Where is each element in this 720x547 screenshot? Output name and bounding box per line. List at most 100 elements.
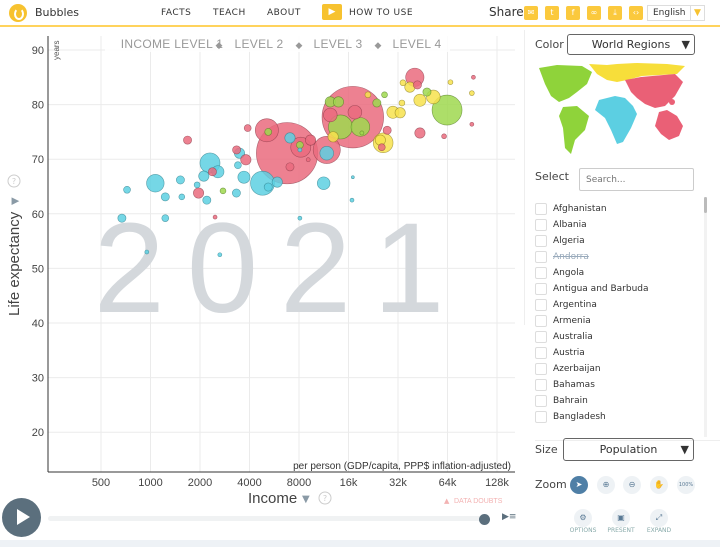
country-item[interactable]: Albania bbox=[535, 218, 587, 232]
bubble-africa[interactable] bbox=[237, 170, 251, 184]
bubble-africa[interactable] bbox=[297, 147, 303, 153]
bubble-americas[interactable] bbox=[332, 96, 344, 108]
timeline-handle[interactable] bbox=[479, 514, 490, 525]
bubble-africa[interactable] bbox=[202, 195, 212, 205]
bubble-africa[interactable] bbox=[123, 185, 131, 194]
bubble-africa[interactable] bbox=[351, 175, 355, 180]
country-item[interactable]: Andorra bbox=[535, 250, 589, 264]
bubble-europe[interactable] bbox=[327, 131, 339, 143]
play-button[interactable] bbox=[2, 498, 41, 537]
pan-hand-icon[interactable]: ✋ bbox=[650, 476, 668, 494]
country-item[interactable]: Armenia bbox=[535, 314, 591, 328]
bubble-asia[interactable] bbox=[441, 133, 447, 140]
checkbox[interactable] bbox=[535, 363, 547, 375]
bubble-africa[interactable] bbox=[198, 170, 210, 182]
options-button[interactable]: OPTIONS bbox=[563, 527, 603, 534]
bubble-asia[interactable] bbox=[413, 80, 422, 90]
country-item[interactable]: Australia bbox=[535, 330, 593, 344]
bubble-asia[interactable] bbox=[183, 135, 192, 145]
income-level-2[interactable]: LEVEL 2 bbox=[234, 37, 283, 51]
country-item[interactable]: Angola bbox=[535, 266, 584, 280]
country-item[interactable]: Algeria bbox=[535, 234, 585, 248]
checkbox[interactable] bbox=[535, 283, 547, 295]
checkbox[interactable] bbox=[535, 251, 547, 263]
bubble-africa[interactable] bbox=[297, 215, 303, 221]
income-level-1[interactable]: INCOME LEVEL 1 bbox=[121, 37, 223, 51]
bubble-asia[interactable] bbox=[305, 157, 311, 163]
bubble-europe[interactable] bbox=[469, 90, 475, 96]
checkbox[interactable] bbox=[535, 347, 547, 359]
present-icon[interactable]: ▣ bbox=[612, 509, 630, 527]
checkbox[interactable] bbox=[535, 267, 547, 279]
bubble-africa[interactable] bbox=[317, 176, 331, 190]
link-icon[interactable]: ∞ bbox=[587, 6, 601, 20]
checkbox[interactable] bbox=[535, 235, 547, 247]
x-axis-dropdown-icon[interactable]: ▼ bbox=[302, 494, 310, 505]
bubble-africa[interactable] bbox=[271, 176, 283, 188]
bubble-africa[interactable] bbox=[234, 161, 242, 169]
download-icon[interactable]: ⤓ bbox=[608, 6, 622, 20]
x-axis-label[interactable]: Income bbox=[248, 490, 297, 507]
embed-icon[interactable]: ‹› bbox=[629, 6, 643, 20]
country-item[interactable]: Bangladesh bbox=[535, 410, 606, 424]
data-doubts-link[interactable]: DATA DOUBTS bbox=[454, 498, 503, 505]
bubble-asia[interactable] bbox=[240, 154, 252, 166]
bubble-asia[interactable] bbox=[285, 162, 295, 172]
size-select[interactable]: Population ▼ bbox=[563, 438, 694, 461]
gear-icon[interactable]: ⚙ bbox=[574, 509, 592, 527]
email-icon[interactable]: ✉ bbox=[524, 6, 538, 20]
bubble-asia[interactable] bbox=[323, 107, 338, 123]
bubble-africa[interactable] bbox=[319, 146, 334, 161]
bubble-europe[interactable] bbox=[399, 79, 407, 87]
bubble-americas[interactable] bbox=[372, 98, 382, 108]
bubble-asia[interactable] bbox=[469, 121, 475, 127]
bubble-asia[interactable] bbox=[378, 143, 386, 151]
bubble-asia[interactable] bbox=[305, 134, 317, 146]
bubble-americas[interactable] bbox=[219, 187, 227, 195]
cursor-icon[interactable]: ➤ bbox=[570, 476, 588, 494]
checkbox[interactable] bbox=[535, 411, 547, 423]
timeline-end-icon[interactable]: ▶≡ bbox=[502, 512, 516, 522]
world-regions-map[interactable] bbox=[537, 62, 692, 157]
bubble-americas[interactable] bbox=[359, 130, 365, 136]
bubble-europe[interactable] bbox=[364, 91, 372, 99]
bubble-asia[interactable] bbox=[382, 125, 392, 135]
present-button[interactable]: PRESENT bbox=[601, 527, 641, 534]
bubble-asia[interactable] bbox=[347, 105, 363, 120]
bubble-europe[interactable] bbox=[447, 79, 454, 85]
y-axis-label[interactable]: Life expectancy bbox=[6, 211, 23, 316]
bubble-africa[interactable] bbox=[144, 249, 150, 255]
checkbox[interactable] bbox=[535, 395, 547, 407]
bubble-americas[interactable] bbox=[381, 91, 388, 99]
country-item[interactable]: Bahamas bbox=[535, 378, 595, 392]
bubble-americas[interactable] bbox=[264, 128, 273, 136]
facebook-icon[interactable]: f bbox=[566, 6, 580, 20]
bubble-europe[interactable] bbox=[413, 93, 427, 107]
bubble-americas[interactable] bbox=[422, 87, 432, 97]
bubble-asia[interactable] bbox=[208, 167, 217, 177]
bubble-asia[interactable] bbox=[471, 74, 476, 80]
checkbox[interactable] bbox=[535, 299, 547, 311]
bubble-africa[interactable] bbox=[284, 132, 296, 144]
color-select[interactable]: World Regions ▼ bbox=[567, 34, 695, 55]
income-level-4[interactable]: LEVEL 4 bbox=[392, 37, 441, 51]
bubble-africa[interactable] bbox=[232, 188, 241, 198]
zoom-reset-button[interactable]: 100% bbox=[677, 476, 695, 494]
bubble-europe[interactable] bbox=[398, 99, 406, 107]
bubble-asia[interactable] bbox=[193, 187, 205, 199]
income-level-3[interactable]: LEVEL 3 bbox=[313, 37, 362, 51]
y-axis-dropdown-icon[interactable]: ▼ bbox=[10, 197, 21, 205]
country-item[interactable]: Argentina bbox=[535, 298, 597, 312]
bubble-europe[interactable] bbox=[394, 107, 406, 119]
bubble-africa[interactable] bbox=[178, 193, 186, 201]
bubble-asia[interactable] bbox=[232, 145, 242, 155]
bubble-americas[interactable] bbox=[296, 141, 304, 149]
bubble-africa[interactable] bbox=[176, 175, 185, 185]
bubble-africa[interactable] bbox=[250, 170, 275, 196]
list-scrollbar[interactable] bbox=[704, 197, 707, 437]
expand-button[interactable]: EXPAND bbox=[639, 527, 679, 534]
country-search-input[interactable] bbox=[579, 168, 694, 191]
bubble-africa[interactable] bbox=[161, 214, 170, 222]
bubble-africa[interactable] bbox=[193, 181, 201, 189]
zoom-out-icon[interactable]: ⊖ bbox=[623, 476, 641, 494]
